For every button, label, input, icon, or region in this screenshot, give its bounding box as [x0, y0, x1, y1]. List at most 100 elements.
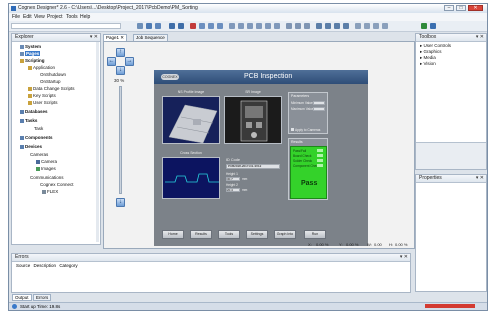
h-value: 0.00 % [395, 242, 408, 247]
toolbox-pin-icon[interactable]: ▾ ✕ [476, 34, 484, 41]
image-display-1[interactable] [162, 96, 220, 144]
zoom-out-button[interactable]: ↓ [116, 198, 125, 207]
align-middle-icon[interactable] [265, 23, 271, 29]
tree-item-onshutdown[interactable]: OnShutdown [40, 72, 66, 78]
pan-right-button[interactable]: → [125, 57, 134, 66]
w-label: W: [367, 242, 372, 247]
explorer-scrollbar[interactable] [96, 42, 99, 242]
tab-output[interactable]: Output [12, 294, 32, 301]
tree-item-camera[interactable]: Camera [36, 159, 57, 165]
settings-button[interactable]: Settings [246, 230, 268, 239]
maximize-button[interactable]: □ [456, 5, 466, 11]
pan-left-button[interactable]: ← [107, 57, 116, 66]
tree-item-devices[interactable]: Devices [20, 144, 42, 150]
grid-icon[interactable] [355, 23, 361, 29]
menu-view[interactable]: View [34, 14, 45, 20]
h-label: H: [389, 242, 393, 247]
tab-job-sequence[interactable]: Job Sequence [133, 34, 168, 41]
menu-edit[interactable]: Edit [23, 14, 32, 20]
tree-item-onstartup[interactable]: OnStartup [40, 79, 61, 85]
tree-item-key-scripts[interactable]: Key Scripts [28, 93, 56, 99]
undo-icon[interactable] [169, 23, 175, 29]
hmi-header: COGNEX PCB Inspection [154, 70, 368, 84]
tree-item-communications[interactable]: Communications [30, 175, 64, 181]
properties-header: Properties ▾ ✕ [416, 175, 486, 183]
tree-item-tasks[interactable]: Tasks [20, 118, 37, 124]
run-button[interactable]: Run [304, 230, 326, 239]
distribute-h-icon[interactable] [286, 23, 292, 29]
tree-item-application[interactable]: Application [28, 65, 55, 71]
param2-input[interactable] [313, 107, 325, 111]
tree-item-task[interactable]: Task [34, 126, 43, 132]
close-button[interactable]: ✕ [468, 5, 483, 11]
tree-item-cameras[interactable]: Cameras [30, 152, 48, 158]
pcb-grayscale-image [240, 100, 268, 142]
image-display-2[interactable] [224, 96, 282, 144]
menu-tools[interactable]: Tools [66, 14, 78, 20]
minimize-button[interactable]: – [444, 5, 454, 11]
param1-input[interactable] [313, 101, 325, 105]
save-icon[interactable] [146, 23, 152, 29]
deploy-icon[interactable] [430, 23, 436, 29]
send-back-icon[interactable] [325, 23, 331, 29]
align-top-icon[interactable] [256, 23, 262, 29]
align-center-icon[interactable] [238, 23, 244, 29]
tasks-icon [20, 118, 24, 123]
col-description[interactable]: Description [34, 263, 57, 268]
pan-down-button[interactable]: ↓ [116, 66, 125, 75]
tree-item-system[interactable]: System [20, 44, 41, 50]
run-icon[interactable] [421, 23, 427, 29]
errors-pin-icon[interactable]: ▾ ✕ [400, 254, 408, 261]
properties-pin-icon[interactable]: ▾ ✕ [476, 175, 484, 182]
menu-project[interactable]: Project [47, 14, 63, 20]
graph-info-button[interactable]: Graph Into [274, 230, 296, 239]
tab-page1[interactable]: Page1 ✕ [103, 34, 128, 41]
delete-icon[interactable] [190, 23, 196, 29]
tab-errors[interactable]: Errors [33, 294, 52, 301]
lock-icon[interactable] [382, 23, 388, 29]
col-category[interactable]: Category [59, 263, 77, 268]
status-error-indicator [425, 304, 475, 308]
distribute-v-icon[interactable] [295, 23, 301, 29]
menu-file[interactable]: File [12, 14, 20, 20]
paste-icon[interactable] [217, 23, 223, 29]
tree-item-scripting[interactable]: Scripting [20, 58, 45, 64]
explorer-pin-icon[interactable]: ▾ ✕ [90, 34, 98, 41]
align-left-icon[interactable] [229, 23, 235, 29]
redo-icon[interactable] [178, 23, 184, 29]
parameters-title: Parameters [291, 94, 310, 98]
apply-checkbox[interactable] [291, 128, 294, 131]
tree-item-flex[interactable]: FLEX [42, 189, 58, 195]
y-value: 0.00 % [346, 242, 359, 247]
tree-item-cognex-connect[interactable]: Cognex Connect [40, 182, 74, 188]
save-all-icon[interactable] [155, 23, 161, 29]
errors-column-headers: Source Description Category [16, 263, 78, 268]
tree-item-pages[interactable]: Pages [20, 51, 41, 57]
tree-item-components[interactable]: Components [20, 135, 53, 141]
pan-up-button[interactable]: ↑ [116, 48, 125, 57]
same-size-icon[interactable] [304, 23, 310, 29]
toolbar-search-input[interactable] [11, 23, 121, 29]
cut-icon[interactable] [199, 23, 205, 29]
copy-icon[interactable] [208, 23, 214, 29]
align-right-icon[interactable] [247, 23, 253, 29]
toolbox-item-vision[interactable]: ▸ Vision [420, 61, 436, 67]
zoom-icon[interactable] [373, 23, 379, 29]
tree-item-user-scripts[interactable]: User Scripts [28, 100, 58, 106]
tree-item-data-change-scripts[interactable]: Data Change Scripts [28, 86, 75, 92]
tree-item-images[interactable]: Images [36, 166, 56, 172]
snap-icon[interactable] [364, 23, 370, 29]
results-button[interactable]: Results [190, 230, 212, 239]
home-button[interactable]: Home [162, 230, 184, 239]
tree-item-databases[interactable]: Databases [20, 109, 48, 115]
menu-help[interactable]: Help [80, 14, 90, 20]
tools-button[interactable]: Tools [218, 230, 240, 239]
group-icon[interactable] [334, 23, 340, 29]
image-display-3[interactable] [162, 157, 220, 199]
align-bottom-icon[interactable] [274, 23, 280, 29]
ungroup-icon[interactable] [343, 23, 349, 29]
open-icon[interactable] [137, 23, 143, 29]
zoom-slider-track[interactable] [119, 86, 122, 194]
bring-front-icon[interactable] [316, 23, 322, 29]
col-source[interactable]: Source [16, 263, 30, 268]
